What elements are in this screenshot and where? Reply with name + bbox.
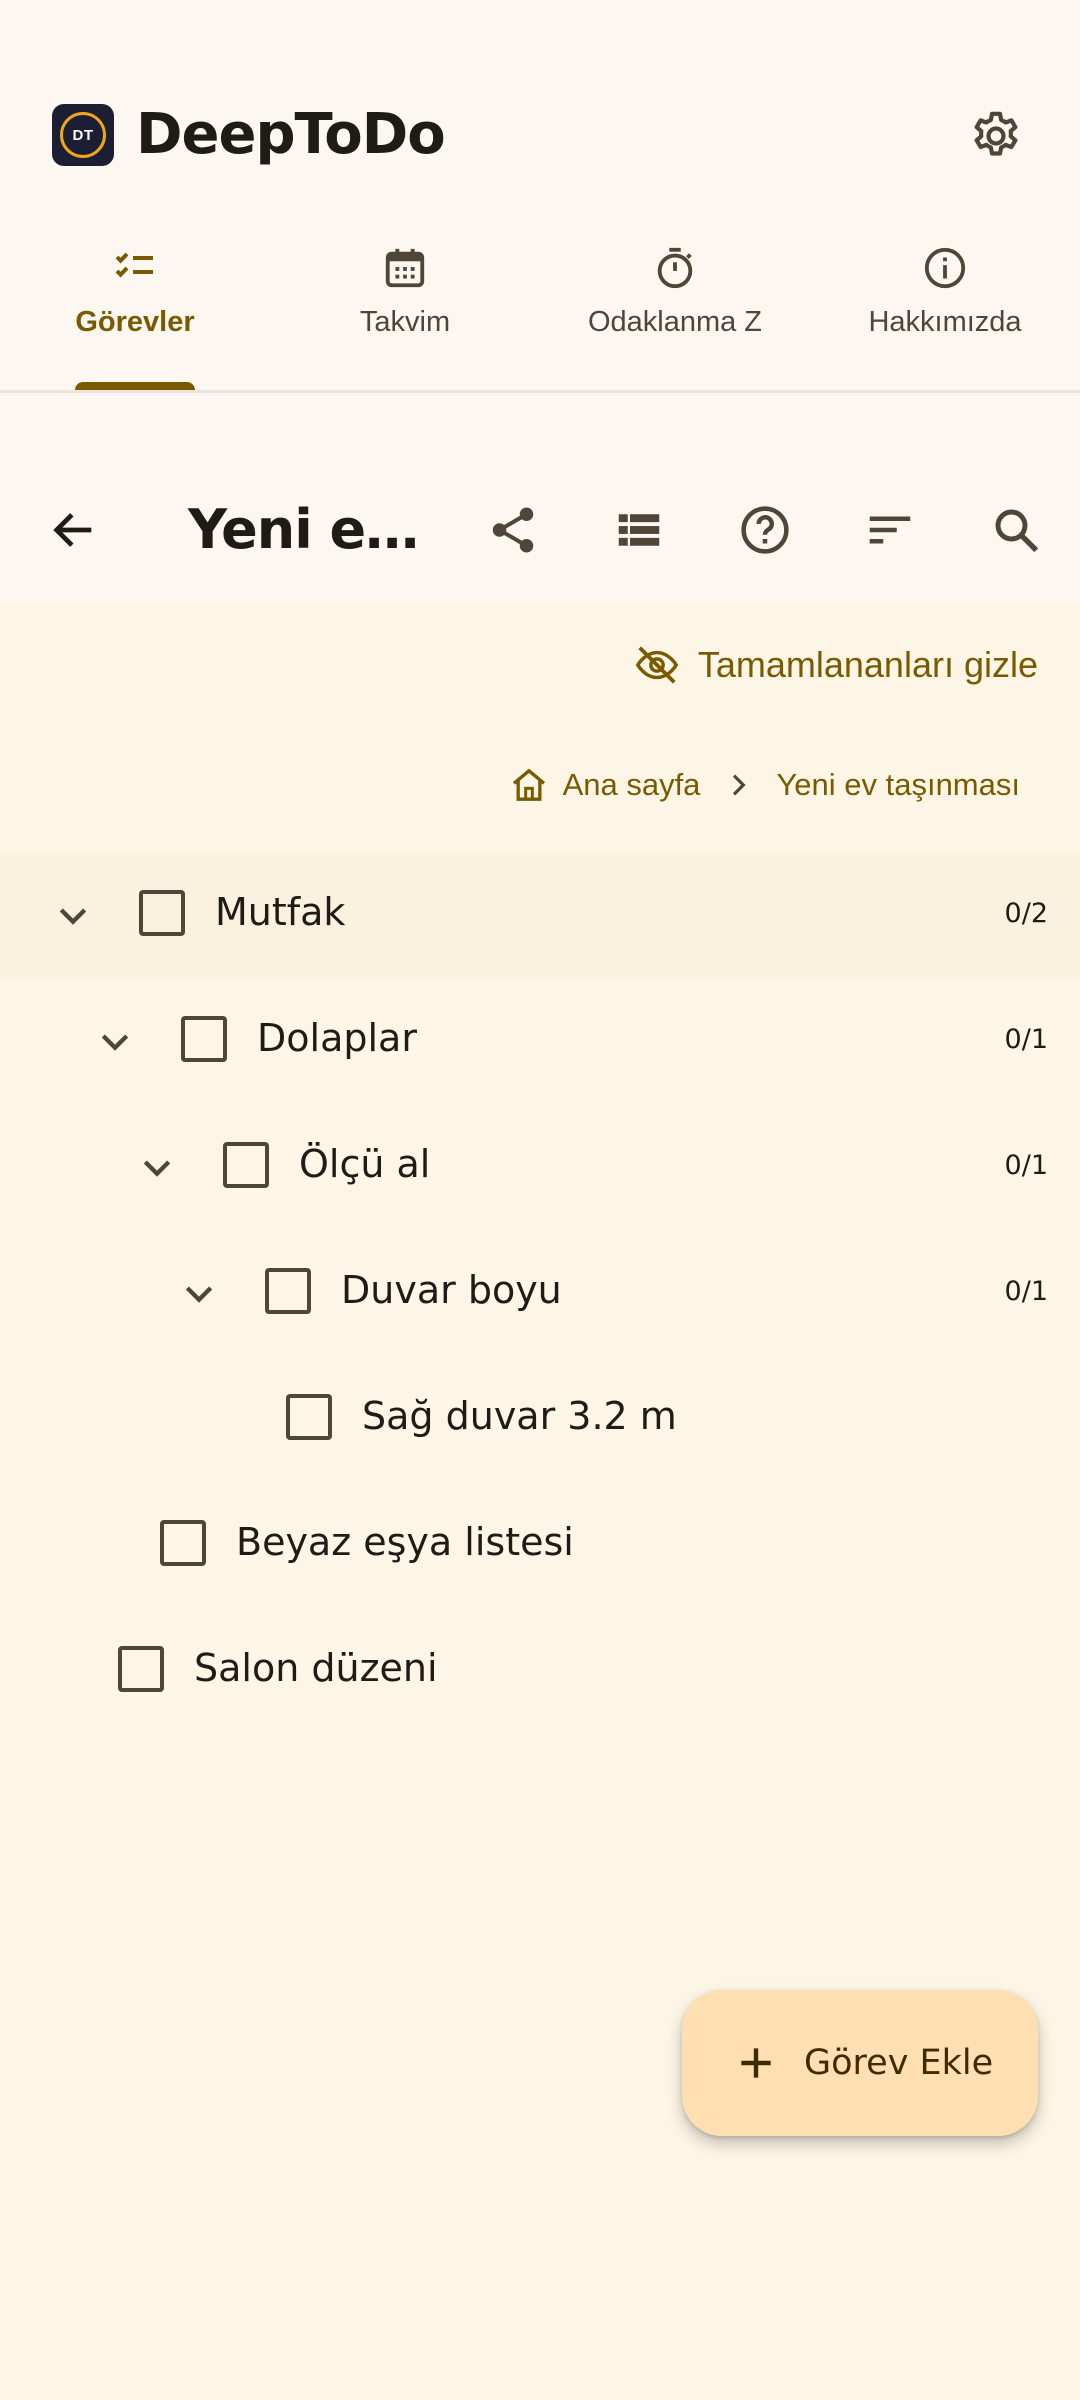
settings-button[interactable] (966, 106, 1026, 166)
home-icon (512, 768, 545, 801)
task-label: Beyaz eşya listesi (236, 1520, 574, 1564)
tab-label: Görevler (75, 306, 195, 338)
task-count: 0/1 (1004, 1024, 1048, 1055)
tab-odaklanma[interactable]: Odaklanma Z (540, 230, 810, 390)
task-list-icon (115, 252, 153, 278)
toolbar: Yeni e… (0, 470, 1080, 590)
tab-active-indicator (75, 382, 195, 390)
breadcrumb-home[interactable]: Ana sayfa (563, 767, 701, 803)
breadcrumb-current[interactable]: Yeni ev taşınması (776, 767, 1020, 803)
arrow-back-icon (53, 513, 92, 547)
task-checkbox[interactable] (160, 1520, 206, 1566)
add-task-button[interactable]: Görev Ekle (682, 1990, 1038, 2136)
task-checkbox[interactable] (286, 1394, 332, 1440)
chevron-down-icon (101, 1034, 129, 1051)
help-button[interactable] (725, 490, 805, 570)
task-checkbox[interactable] (118, 1646, 164, 1692)
list-view-icon (618, 514, 660, 546)
expand-button[interactable] (85, 1011, 145, 1071)
app-logo: DT (52, 104, 114, 166)
tab-label: Odaklanma Z (587, 306, 763, 338)
add-task-label: Görev Ekle (804, 2043, 994, 2083)
tab-bar: Görevler Takvim Odaklanma Z Hakkımızda (0, 230, 1080, 390)
info-icon (924, 247, 966, 289)
task-row[interactable]: Dolaplar 0/1 (0, 978, 1080, 1104)
task-checkbox[interactable] (139, 890, 185, 936)
tabs-divider (0, 390, 1080, 393)
eye-off-icon (635, 646, 678, 684)
chevron-right-icon (733, 774, 747, 796)
tab-label: Takvim (359, 306, 451, 338)
task-count: 0/1 (1004, 1276, 1048, 1307)
app-logo-text: DT (60, 112, 106, 158)
sort-icon (869, 516, 911, 544)
share-icon (492, 507, 534, 553)
page-title: Yeni e… (188, 498, 419, 561)
task-label: Mutfak (215, 890, 346, 934)
tab-label: Hakkımızda (868, 306, 1022, 338)
task-checkbox[interactable] (181, 1016, 227, 1062)
chevron-down-icon (185, 1286, 213, 1303)
task-count: 0/1 (1004, 1150, 1048, 1181)
expand-button[interactable] (127, 1137, 187, 1197)
hide-completed-button[interactable]: Tamamlananları gizle (634, 640, 1038, 690)
gear-icon (974, 111, 1018, 156)
hide-completed-label: Tamamlananları gizle (697, 644, 1038, 685)
breadcrumb: Ana sayfa Yeni ev taşınması (509, 760, 1020, 810)
chevron-down-icon (59, 908, 87, 925)
task-label: Dolaplar (257, 1016, 417, 1060)
search-button[interactable] (976, 490, 1056, 570)
task-row[interactable]: Salon düzeni (0, 1608, 1080, 1734)
back-button[interactable] (34, 490, 114, 570)
task-checkbox[interactable] (265, 1268, 311, 1314)
task-row[interactable]: Sağ duvar 3.2 m (0, 1356, 1080, 1482)
task-row[interactable]: Beyaz eşya listesi (0, 1482, 1080, 1608)
app-title: DeepToDo (136, 102, 446, 167)
help-icon (741, 506, 789, 554)
task-label: Sağ duvar 3.2 m (362, 1394, 677, 1438)
task-label: Ölçü al (299, 1142, 431, 1186)
plus-icon (741, 2048, 771, 2078)
timer-icon (657, 247, 693, 289)
list-view-button[interactable] (599, 490, 679, 570)
search-icon (995, 509, 1039, 553)
task-checkbox[interactable] (223, 1142, 269, 1188)
task-label: Duvar boyu (341, 1268, 562, 1312)
tab-hakkimizda[interactable]: Hakkımızda (810, 230, 1080, 390)
share-button[interactable] (473, 490, 553, 570)
task-row[interactable]: Mutfak 0/2 (0, 852, 1080, 978)
tab-gorevler[interactable]: Görevler (0, 230, 270, 390)
sort-button[interactable] (850, 490, 930, 570)
app-header: DT DeepToDo (0, 60, 1080, 210)
task-label: Salon düzeni (194, 1646, 438, 1690)
task-row[interactable]: Ölçü al 0/1 (0, 1104, 1080, 1230)
expand-button[interactable] (43, 885, 103, 945)
chevron-down-icon (143, 1160, 171, 1177)
expand-button[interactable] (169, 1263, 229, 1323)
calendar-icon (385, 248, 425, 288)
task-row[interactable]: Duvar boyu 0/1 (0, 1230, 1080, 1356)
tab-takvim[interactable]: Takvim (270, 230, 540, 390)
task-count: 0/2 (1004, 898, 1048, 929)
